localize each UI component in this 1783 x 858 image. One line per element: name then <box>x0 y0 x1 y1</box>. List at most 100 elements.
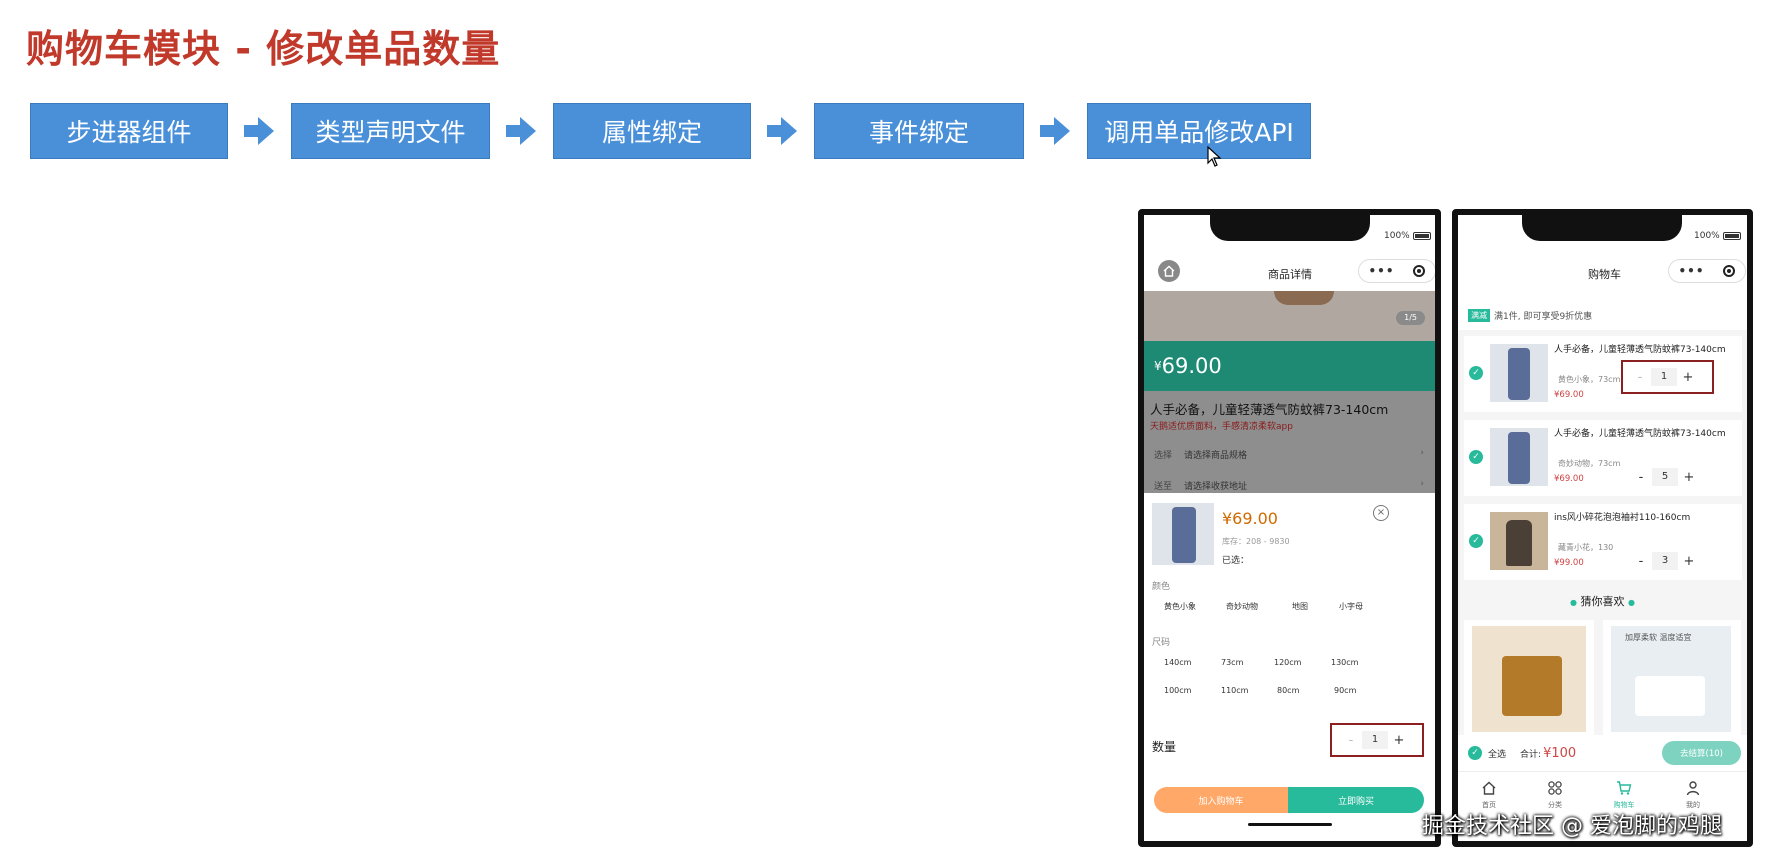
checked-icon[interactable]: ✓ <box>1469 450 1483 464</box>
category-icon <box>1548 781 1562 795</box>
phone-cart: 100% 购物车 ••• 满减 满1件, 即可享受9折优惠 ✓ 人手必备，儿童轻… <box>1452 209 1753 847</box>
guess-item[interactable] <box>1464 620 1594 740</box>
increment-button[interactable]: + <box>1678 470 1700 485</box>
quantity-value[interactable]: 1 <box>1362 731 1388 749</box>
decrement-button[interactable]: - <box>1340 733 1362 748</box>
item-price: ¥69.00 <box>1554 474 1584 484</box>
home-button[interactable] <box>1158 260 1180 282</box>
nav-title: 购物车 <box>1588 268 1621 281</box>
tab-category[interactable]: 分类 <box>1540 780 1570 810</box>
more-icon[interactable]: ••• <box>1368 264 1394 278</box>
guess-item-image <box>1472 626 1586 732</box>
size-option[interactable]: 110cm <box>1221 686 1248 695</box>
cart-footer: ✓ 全选 合计: ¥100 去结算(10) <box>1458 735 1747 771</box>
checkout-button[interactable]: 去结算(10) <box>1662 741 1741 765</box>
phone-notch <box>1522 215 1682 241</box>
sku-stock: 库存：208 - 9830 <box>1222 537 1290 546</box>
select-all-label[interactable]: 全选 <box>1488 747 1506 760</box>
sku-price: ¥69.00 <box>1222 509 1278 528</box>
product-gallery[interactable]: 1/5 <box>1144 291 1435 341</box>
step-event-binding: 事件绑定 <box>814 103 1024 159</box>
add-to-cart-button[interactable]: 加入购物车 <box>1154 787 1288 813</box>
quantity-stepper[interactable]: - 3 + <box>1630 552 1700 570</box>
size-option[interactable]: 100cm <box>1164 686 1191 695</box>
dot-icon: ● <box>1628 598 1635 607</box>
close-miniapp-icon[interactable] <box>1723 265 1736 277</box>
item-spec: 黄色小象，73cm <box>1558 375 1621 384</box>
guess-item[interactable]: 加厚柔软 温度适宜 <box>1603 620 1741 740</box>
quantity-value[interactable]: 5 <box>1652 468 1678 486</box>
color-label: 颜色 <box>1152 582 1171 592</box>
item-price: ¥99.00 <box>1554 558 1584 568</box>
checked-icon[interactable]: ✓ <box>1468 746 1482 760</box>
increment-button[interactable]: + <box>1388 733 1410 748</box>
chevron-right-icon: › <box>1420 448 1424 458</box>
cart-icon <box>1617 781 1632 795</box>
row-select-spec[interactable]: 选择 请选择商品规格 › <box>1154 448 1424 461</box>
product-info-dimmed: 人手必备，儿童轻薄透气防蚊裤73-140cm 天鹅适优质面料，手感清凉柔软app… <box>1144 391 1435 493</box>
product-image <box>1274 291 1334 305</box>
size-label: 尺码 <box>1152 638 1171 648</box>
phone-product-detail: 100% 商品详情 ••• 1/5 ¥ 69.00 人手必备，儿童轻薄透气防蚊裤… <box>1138 209 1441 847</box>
slide-title: 购物车模块 - 修改单品数量 <box>26 27 501 71</box>
size-option[interactable]: 90cm <box>1334 686 1356 695</box>
quantity-value[interactable]: 3 <box>1652 552 1678 570</box>
price-value: 69.00 <box>1161 354 1222 378</box>
buy-now-button[interactable]: 立即购买 <box>1288 787 1424 813</box>
item-spec: 藏青小花，130 <box>1558 543 1614 552</box>
color-option[interactable]: 小字母 <box>1339 601 1363 612</box>
size-option[interactable]: 73cm <box>1221 658 1243 667</box>
tab-profile[interactable]: 我的 <box>1678 780 1708 810</box>
increment-button[interactable]: + <box>1678 554 1700 569</box>
decrement-button[interactable]: - <box>1630 470 1652 485</box>
watermark: 掘金技术社区 @ 爱泡脚的鸡腿 <box>1422 814 1722 839</box>
size-option[interactable]: 80cm <box>1277 686 1299 695</box>
color-option[interactable]: 黄色小象 <box>1164 601 1196 612</box>
cart-item[interactable]: ✓ 人手必备，儿童轻薄透气防蚊裤73-140cm 奇妙动物，73cm ¥69.0… <box>1464 420 1742 496</box>
home-icon <box>1163 265 1175 277</box>
tab-home[interactable]: 首页 <box>1474 780 1504 810</box>
battery-indicator: 100% <box>1694 231 1741 241</box>
product-name: 人手必备，儿童轻薄透气防蚊裤73-140cm <box>1150 402 1389 417</box>
price-symbol: ¥ <box>1154 359 1162 373</box>
tab-cart[interactable]: 购物车 <box>1606 780 1642 810</box>
checked-icon[interactable]: ✓ <box>1469 366 1483 380</box>
gallery-counter: 1/5 <box>1396 311 1425 325</box>
battery-indicator: 100% <box>1384 231 1431 241</box>
quantity-stepper[interactable]: - 1 + <box>1629 368 1699 386</box>
decrement-button[interactable]: - <box>1630 554 1652 569</box>
item-name: 人手必备，儿童轻薄透气防蚊裤73-140cm <box>1554 429 1726 439</box>
promo-tag: 满减 <box>1468 308 1490 322</box>
more-icon[interactable]: ••• <box>1678 264 1704 278</box>
close-miniapp-icon[interactable] <box>1413 265 1426 277</box>
item-price: ¥69.00 <box>1554 390 1584 400</box>
item-spec: 奇妙动物，73cm <box>1558 459 1621 468</box>
quantity-stepper[interactable]: - 1 + <box>1340 731 1410 749</box>
close-icon[interactable]: × <box>1373 505 1389 521</box>
quantity-stepper[interactable]: - 5 + <box>1630 468 1700 486</box>
increment-button[interactable]: + <box>1677 370 1699 385</box>
capsule-menu[interactable]: ••• <box>1668 259 1746 283</box>
quantity-value[interactable]: 1 <box>1651 368 1677 386</box>
color-option[interactable]: 地图 <box>1292 601 1308 612</box>
dot-icon: ● <box>1570 598 1577 607</box>
chevron-right-icon: › <box>1420 479 1424 489</box>
size-option[interactable]: 120cm <box>1274 658 1301 667</box>
row-select-address[interactable]: 送至 请选择收获地址 › <box>1154 479 1424 492</box>
guess-title: ● 猜你喜欢 ● <box>1570 595 1635 608</box>
nav-title: 商品详情 <box>1268 268 1312 281</box>
price-banner: ¥ 69.00 <box>1144 341 1435 391</box>
step-prop-binding: 属性绑定 <box>553 103 751 159</box>
size-option[interactable]: 130cm <box>1331 658 1358 667</box>
promo-text: 满1件, 即可享受9折优惠 <box>1494 311 1593 322</box>
item-thumbnail <box>1490 512 1548 570</box>
sku-popup: ¥69.00 库存：208 - 9830 已选： × 颜色 黄色小象 奇妙动物 … <box>1144 493 1435 841</box>
step-stepper-component: 步进器组件 <box>30 103 228 159</box>
cart-item[interactable]: ✓ ins风小碎花泡泡袖衬110-160cm 藏青小花，130 ¥99.00 -… <box>1464 504 1742 580</box>
size-option[interactable]: 140cm <box>1164 658 1191 667</box>
battery-icon <box>1412 232 1431 240</box>
checked-icon[interactable]: ✓ <box>1469 534 1483 548</box>
decrement-button[interactable]: - <box>1629 370 1651 385</box>
capsule-menu[interactable]: ••• <box>1358 259 1435 283</box>
color-option[interactable]: 奇妙动物 <box>1226 601 1258 612</box>
